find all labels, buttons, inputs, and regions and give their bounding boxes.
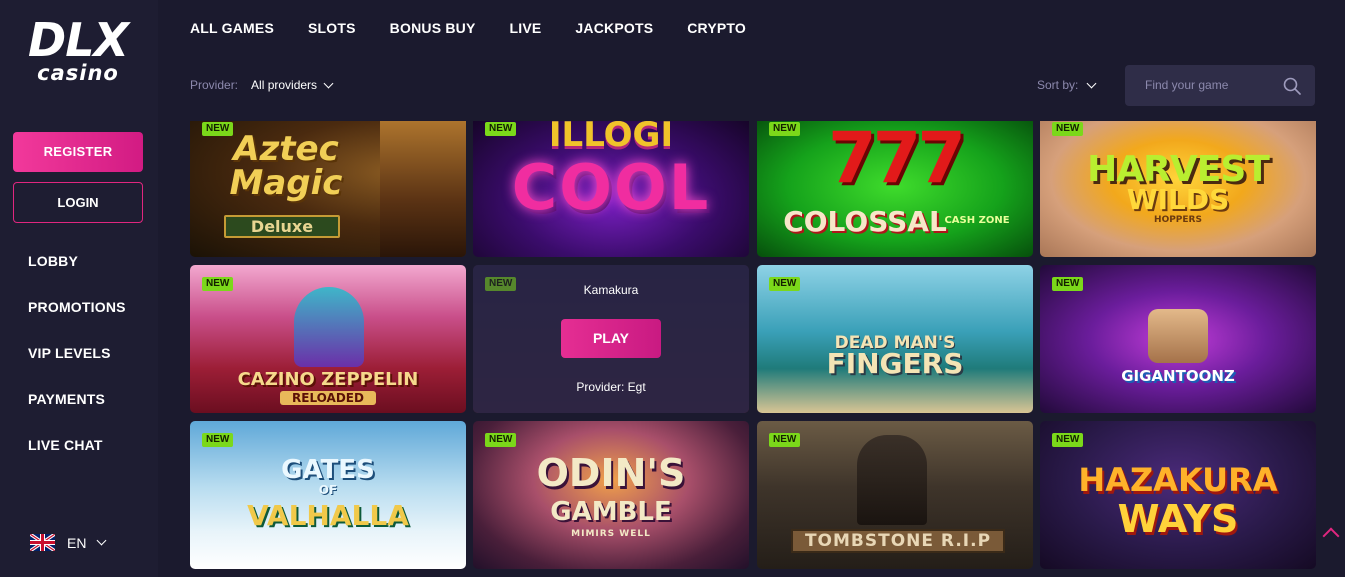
tab-live[interactable]: LIVE [509,20,541,36]
sidebar-item-lobby[interactable]: LOBBY [28,252,126,298]
search-input[interactable] [1145,78,1275,92]
sort-label: Sort by: [1037,78,1079,92]
language-selector[interactable]: EN [30,534,107,551]
tab-all-games[interactable]: ALL GAMES [190,20,274,36]
new-badge: NEW [769,433,801,447]
casino-logo[interactable]: DLX casino [16,16,140,84]
game-title-line2: GAMBLE [550,497,672,527]
game-provider: Provider: Egt [576,380,646,394]
game-title-line2: WAYS [1117,497,1239,541]
new-badge: NEW [202,122,234,136]
game-tile-gates-of-valhalla[interactable]: NEW GATES OF VALHALLA [190,421,466,569]
game-title-line2: FINGERS [826,347,964,380]
top-nav: ALL GAMES SLOTS BONUS BUY LIVE JACKPOTS … [190,20,780,36]
game-tile-hazakura-ways[interactable]: NEW HAZAKURA WAYS [1040,421,1316,569]
game-title-line1: TOMBSTONE R.I.P [791,529,1005,553]
game-title-line2: RELOADED [280,391,376,405]
chevron-down-icon [97,535,107,546]
game-name: Kamakura [583,283,639,297]
search-box [1125,65,1315,106]
new-badge: NEW [485,433,517,447]
game-title-line2: WILDS [1126,183,1230,216]
new-badge: NEW [485,122,517,136]
game-title-line3: Deluxe [224,215,340,238]
chevron-down-icon [1086,78,1097,88]
game-tile-gigantoonz[interactable]: NEW GIGANTOONZ [1040,265,1316,413]
register-button[interactable]: REGISTER [13,132,143,172]
sidebar-item-vip-levels[interactable]: VIP LEVELS [28,344,126,390]
game-title-line1: CAZINO ZEPPELIN [237,369,419,390]
new-badge: NEW [769,122,801,136]
provider-filter[interactable]: Provider: All providers [190,78,334,92]
new-badge: NEW [1052,277,1084,291]
game-title-line3: HOPPERS [1154,215,1202,225]
game-tile-aztec-magic[interactable]: NEW Aztec Magic Deluxe [190,121,466,257]
game-tile-illogicool[interactable]: NEW ILLOGI COOL [473,121,749,257]
game-title-line3: CASH ZONE [944,215,1010,226]
tab-bonus-buy[interactable]: BONUS BUY [390,20,476,36]
scarecrow-art [857,435,927,525]
sidebar-item-live-chat[interactable]: LIVE CHAT [28,436,126,482]
game-grid: NEW Aztec Magic Deluxe NEW ILLOGI COOL N… [190,121,1316,577]
game-title-line2: OF [318,483,338,497]
scroll-top-button[interactable] [1322,527,1340,545]
login-button[interactable]: LOGIN [13,182,143,223]
sidebar-nav: LOBBY PROMOTIONS VIP LEVELS PAYMENTS LIV… [28,252,126,482]
new-badge: NEW [202,433,234,447]
game-tile-tombstone-rip[interactable]: NEW TOMBSTONE R.I.P [757,421,1033,569]
game-tile-harvest-wilds[interactable]: NEW HARVEST WILDS HOPPERS [1040,121,1316,257]
game-tile-cazino-zeppelin[interactable]: NEW CAZINO ZEPPELIN RELOADED [190,265,466,413]
new-badge: NEW [1052,122,1084,136]
sidebar-item-promotions[interactable]: PROMOTIONS [28,298,126,344]
game-title-line2: COOL [511,151,711,224]
provider-label: Provider: [190,78,239,92]
tab-jackpots[interactable]: JACKPOTS [575,20,653,36]
language-label: EN [67,534,87,551]
game-title-line1: HAZAKURA [1078,461,1278,499]
game-title-line3: MIMIRS WELL [571,529,651,539]
uk-flag-icon [30,534,55,551]
new-badge: NEW [1052,433,1084,447]
monster-art [1148,309,1208,363]
sort-dropdown[interactable]: Sort by: [1037,78,1097,92]
game-title-line1: GIGANTOONZ [1121,367,1235,385]
game-title-line2: Magic [229,163,343,203]
warrior-art [380,121,466,257]
sidebar-item-payments[interactable]: PAYMENTS [28,390,126,436]
chevron-down-icon [323,78,334,88]
provider-value: All providers [251,78,318,92]
game-title-line1: GATES [281,455,375,485]
sidebar: DLX casino REGISTER LOGIN LOBBY PROMOTIO… [0,0,158,577]
game-tile-dead-mans-fingers[interactable]: NEW DEAD MAN'S FINGERS [757,265,1033,413]
new-badge: NEW [202,277,234,291]
tab-crypto[interactable]: CRYPTO [687,20,746,36]
tab-slots[interactable]: SLOTS [308,20,356,36]
game-tile-kamakura[interactable]: NEW Kamakura PLAY Provider: Egt [473,265,749,413]
search-icon[interactable] [1283,77,1301,95]
game-tile-odins-gamble[interactable]: NEW ODIN'S GAMBLE MIMIRS WELL [473,421,749,569]
game-tile-colossal-cash-zone[interactable]: NEW 777 COLOSSAL CASH ZONE [757,121,1033,257]
character-art [294,287,364,367]
play-button[interactable]: PLAY [561,319,661,358]
game-title-line3: VALHALLA [247,499,409,532]
logo-text: DLX [28,13,129,67]
new-badge: NEW [769,277,801,291]
new-badge: NEW [485,277,517,291]
game-title-line1: ODIN'S [536,451,686,495]
